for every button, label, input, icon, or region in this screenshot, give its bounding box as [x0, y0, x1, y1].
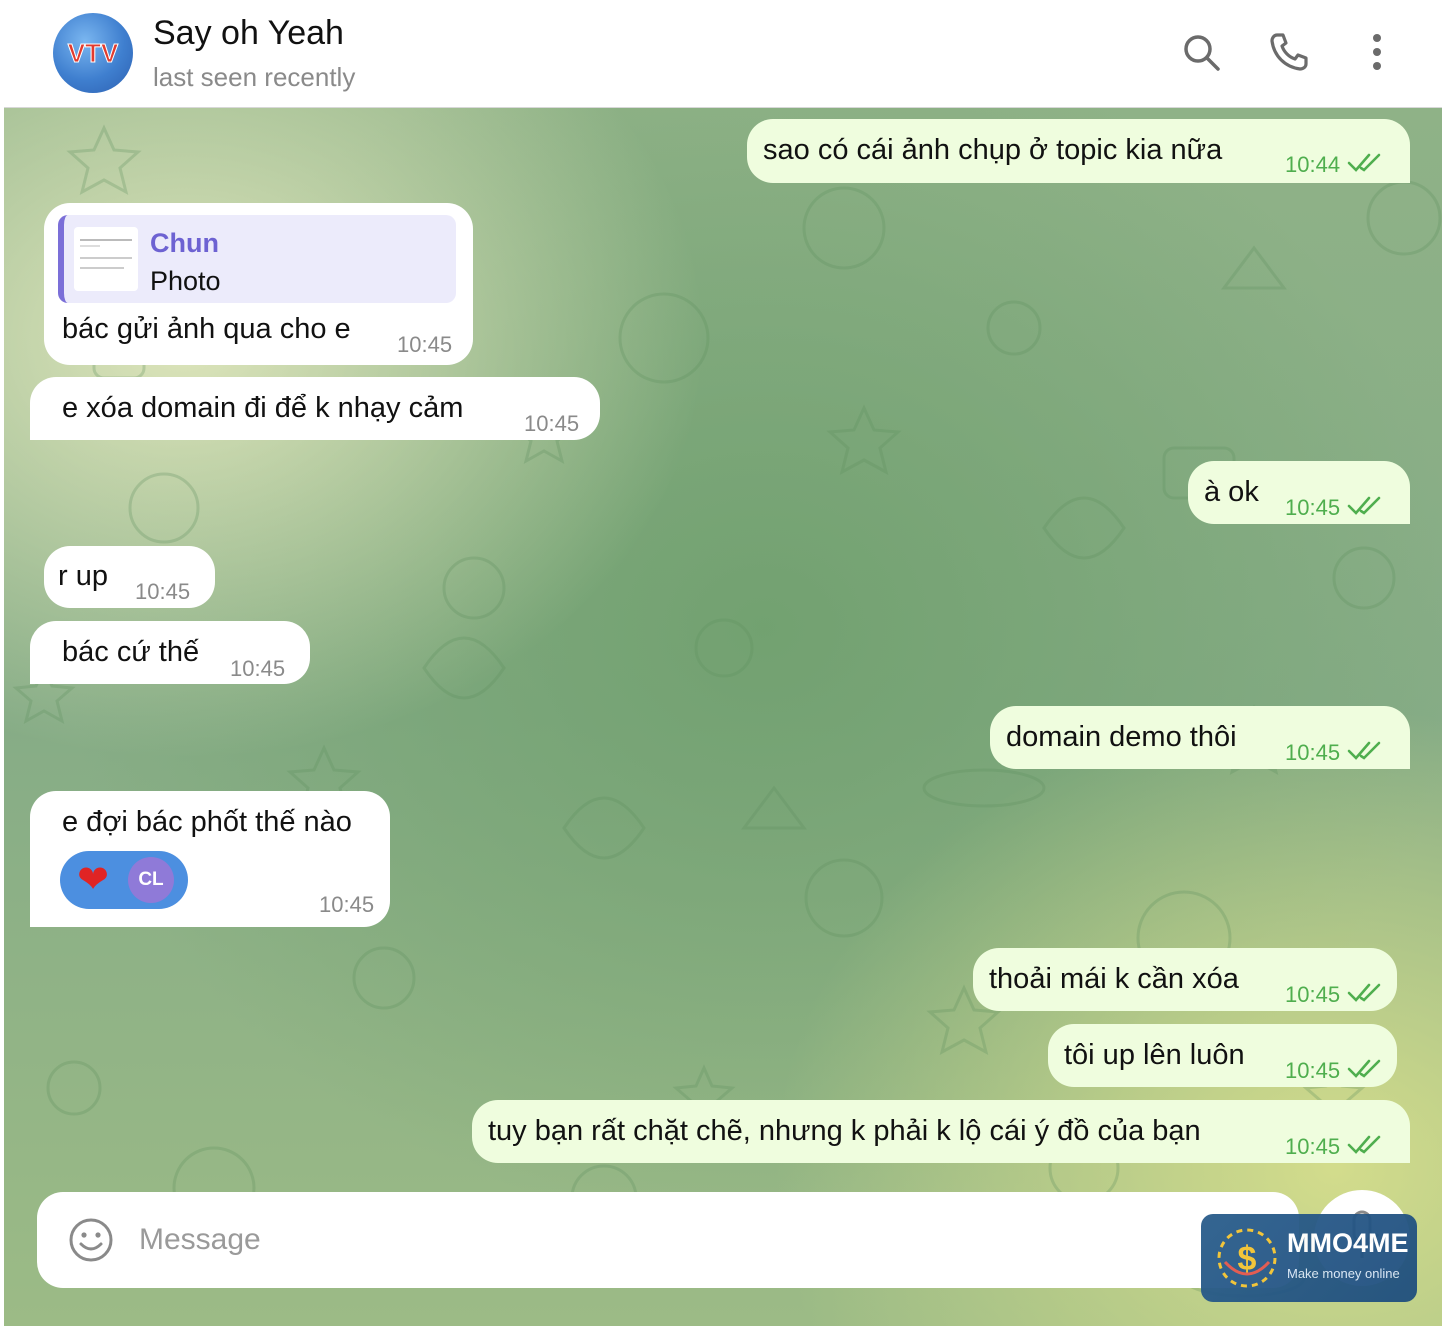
- vtv-logo-icon: VTV: [67, 38, 119, 69]
- dollar-globe-logo-icon: $: [1217, 1228, 1277, 1288]
- more-vertical-icon: [1373, 34, 1381, 70]
- message-text: domain demo thôi: [1006, 721, 1237, 753]
- message-bubble-outgoing[interactable]: thoải mái k cần xóa 10:45: [973, 948, 1397, 1011]
- call-button[interactable]: [1265, 28, 1313, 76]
- message-bubble-outgoing[interactable]: tuy bạn rất chặt chẽ, nhưng k phải k lộ …: [472, 1100, 1410, 1163]
- search-button[interactable]: [1177, 28, 1225, 76]
- message-text: tôi up lên luôn: [1064, 1039, 1245, 1071]
- message-time: 10:45: [1285, 1058, 1341, 1083]
- message-time: 10:44: [1285, 152, 1341, 177]
- message-text: à ok: [1204, 476, 1259, 508]
- message-text: tuy bạn rất chặt chẽ, nhưng k phải k lộ …: [488, 1115, 1201, 1147]
- message-bubble-outgoing[interactable]: tôi up lên luôn 10:45: [1048, 1024, 1397, 1087]
- message-bubble-incoming[interactable]: Chun Photo bác gửi ảnh qua cho e 10:45: [44, 203, 473, 365]
- reply-description: Photo: [150, 266, 221, 296]
- vtv-logo-text: VTV: [68, 38, 119, 68]
- watermark-subtitle: Make money online: [1287, 1266, 1400, 1281]
- reaction-user-avatar: CL: [128, 857, 174, 903]
- message-text: bác gửi ảnh qua cho e: [62, 313, 351, 345]
- mmo4me-watermark: $ MMO4ME Make money online: [1201, 1214, 1417, 1302]
- contact-avatar[interactable]: VTV: [53, 13, 133, 93]
- message-time: 10:45: [1285, 982, 1341, 1007]
- chat-window: VTV Say oh Yeah last seen recently sao c…: [4, 0, 1442, 1326]
- message-input[interactable]: [139, 1214, 1239, 1266]
- double-check-icon: [1347, 1059, 1381, 1078]
- message-text: r up: [58, 560, 108, 592]
- double-check-icon: [1347, 496, 1381, 515]
- reply-author: Chun: [150, 228, 219, 258]
- message-bubble-outgoing[interactable]: domain demo thôi 10:45: [990, 706, 1410, 769]
- message-time: 10:45: [319, 892, 375, 917]
- message-text: bác cứ thế: [62, 636, 200, 668]
- message-time: 10:45: [230, 656, 286, 681]
- message-bubble-outgoing[interactable]: à ok 10:45: [1188, 461, 1410, 524]
- message-bubble-incoming[interactable]: r up 10:45: [44, 546, 215, 608]
- document-thumbnail-icon: [80, 239, 132, 269]
- reaction-chip[interactable]: ❤ CL: [60, 851, 188, 909]
- more-button[interactable]: [1353, 28, 1401, 76]
- reply-photo-thumbnail: [74, 227, 138, 291]
- search-icon: [1184, 35, 1220, 71]
- double-check-icon: [1347, 983, 1381, 1002]
- message-text: thoải mái k cần xóa: [989, 963, 1239, 995]
- message-bubble-incoming[interactable]: e xóa domain đi để k nhạy cảm 10:45: [30, 377, 600, 440]
- watermark-title: MMO4ME: [1287, 1228, 1409, 1258]
- double-check-icon: [1347, 153, 1381, 172]
- message-time: 10:45: [1285, 1134, 1341, 1159]
- message-time: 10:45: [1285, 495, 1341, 520]
- message-time: 10:45: [1285, 740, 1341, 765]
- phone-icon: [1270, 33, 1308, 71]
- message-bubble-incoming[interactable]: bác cứ thế 10:45: [30, 621, 310, 684]
- smiley-icon[interactable]: [67, 1216, 115, 1264]
- message-time: 10:45: [397, 332, 453, 357]
- message-text: e đợi bác phốt thế nào: [62, 806, 352, 838]
- chat-header: VTV Say oh Yeah last seen recently: [4, 0, 1442, 108]
- heart-reaction-icon: ❤: [77, 859, 109, 901]
- message-text: sao có cái ảnh chụp ở topic kia nữa: [763, 134, 1223, 166]
- message-list[interactable]: sao có cái ảnh chụp ở topic kia nữa 10:4…: [4, 108, 1442, 1326]
- contact-name[interactable]: Say oh Yeah: [153, 14, 344, 53]
- message-time: 10:45: [524, 411, 580, 436]
- svg-text:$: $: [1238, 1240, 1257, 1278]
- reply-preview[interactable]: Chun Photo: [58, 215, 456, 303]
- message-time: 10:45: [135, 579, 191, 604]
- message-composer: [37, 1192, 1299, 1288]
- message-bubble-incoming[interactable]: e đợi bác phốt thế nào ❤ CL 10:45: [30, 791, 390, 927]
- double-check-icon: [1347, 741, 1381, 760]
- contact-status: last seen recently: [153, 62, 356, 92]
- message-bubble-outgoing[interactable]: sao có cái ảnh chụp ở topic kia nữa 10:4…: [747, 119, 1410, 183]
- message-text: e xóa domain đi để k nhạy cảm: [62, 392, 464, 424]
- double-check-icon: [1347, 1135, 1381, 1154]
